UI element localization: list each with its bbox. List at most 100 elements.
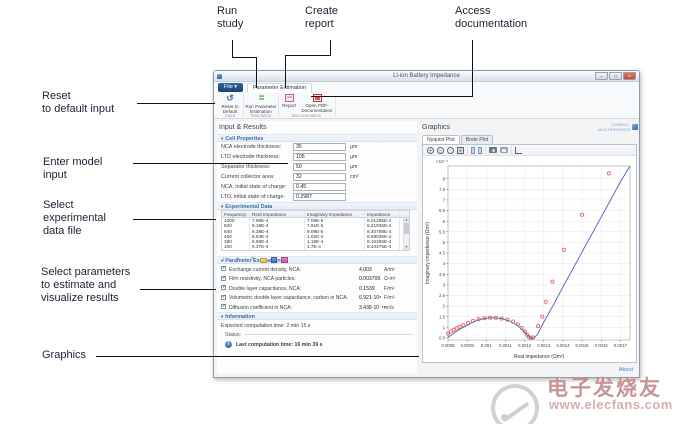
tab-nyquist-plot[interactable]: Nyquist Plot <box>422 135 460 144</box>
form-row: Current collector area: 32 cm² <box>217 172 417 182</box>
plot-settings-icon <box>515 147 522 154</box>
callout-line <box>285 55 331 56</box>
callout-line <box>311 96 473 97</box>
experimental-data-table[interactable]: FrequencyReal ImpedanceImaginary Impedan… <box>221 210 410 251</box>
svg-text:0.0008: 0.0008 <box>441 343 455 348</box>
column-header[interactable]: Imaginary Impedance <box>305 211 365 217</box>
toolbar-separator <box>511 146 512 154</box>
move-up-icon[interactable]: ↑ <box>222 257 225 264</box>
table-scrollbar[interactable]: ▲▼ <box>403 218 409 250</box>
nyquist-plot[interactable]: 0.00080.00090.0010.00110.00120.00130.001… <box>423 156 636 362</box>
add-row-icon[interactable]: + <box>236 257 240 264</box>
section-experimental-data[interactable]: ▾Experimental Data <box>217 202 417 210</box>
callout-select-data: Select experimental data file <box>43 199 106 238</box>
maximize-button[interactable]: □ <box>609 72 622 80</box>
x-axis-data-icon <box>478 147 482 154</box>
parameter-label: Exchange current density, NCA: <box>229 267 301 273</box>
cell-properties-form: NCA electrode thickness:35µm LTO electrod… <box>217 142 417 202</box>
field-label: Current collector area: <box>221 174 274 180</box>
field-input[interactable]: 0.45 <box>293 183 346 191</box>
column-header[interactable]: Frequency <box>222 211 250 217</box>
undo-icon: ↺ <box>217 94 243 103</box>
plot-frame: +−▫⊞ 0.00080.00090.0010.00110.00120.0013… <box>422 144 637 363</box>
callout-graphics: Graphics <box>42 349 86 362</box>
table-row[interactable]: 1009.37E-41.7E-49.43475E-4 <box>222 244 409 249</box>
form-row: NCA, initial state of charge: 0.45 <box>217 182 417 192</box>
form-row: NCA electrode thickness:35µm <box>217 142 417 152</box>
svg-text:4: 4 <box>443 261 446 266</box>
callout-line <box>256 57 257 88</box>
checkbox[interactable]: ✓ <box>221 266 226 271</box>
parameter-row: ✓Volumetric double layer capacitance, ca… <box>217 293 417 303</box>
callout-line <box>133 163 288 164</box>
edit-table-icon[interactable]: ✎ <box>251 257 256 264</box>
input-results-panel: Input & Results ▾Cell Properties NCA ele… <box>217 121 417 373</box>
load-file-icon[interactable] <box>260 258 267 263</box>
open-pdf-documentation-button[interactable]: Open PDF- Documentation <box>300 94 334 114</box>
svg-text:0.0009: 0.0009 <box>461 343 475 348</box>
parameter-value: 4.003 <box>359 267 372 273</box>
section-information[interactable]: ▾Information <box>217 312 417 320</box>
field-input[interactable]: 32 <box>293 173 346 181</box>
parameter-label: Double layer capacitance, NCA: <box>229 286 301 292</box>
parameter-label: Diffusion coefficient in NCA: <box>229 305 292 311</box>
column-header[interactable]: Impedance <box>365 211 400 217</box>
zoom-out-icon: − <box>437 147 444 154</box>
field-label: LTO, initial state of charge: <box>221 194 285 200</box>
svg-text:4.5: 4.5 <box>439 251 446 256</box>
checkbox[interactable]: ✓ <box>221 304 226 309</box>
tab-bode-plot[interactable]: Bode Plot <box>461 135 494 144</box>
reset-view-icon: ⊞ <box>457 147 464 154</box>
file-menu-button[interactable]: File ▾ <box>218 83 243 92</box>
move-down-icon[interactable]: ↓ <box>229 257 232 264</box>
comsol-logo-icon <box>632 124 638 130</box>
table-toolbar: ↑ ↓ +−✎ <box>222 256 288 264</box>
checkbox[interactable]: ✓ <box>221 285 226 290</box>
watermark: 电子发烧友 www.elecfans.com <box>491 366 691 424</box>
parameter-unit: F/m² <box>384 286 394 292</box>
svg-text:2: 2 <box>443 304 446 309</box>
svg-text:0.0011: 0.0011 <box>499 343 512 348</box>
parameter-unit: Ω·m² <box>384 276 395 282</box>
parameter-row: ✓Diffusion coefficient in NCA:3.438·10⁻¹… <box>217 302 417 312</box>
parameter-label: Volumetric double layer capacitance, car… <box>229 295 348 301</box>
field-label: NCA, initial state of charge: <box>221 184 286 190</box>
title-bar[interactable]: Li-ion Battery Impedance – □ × <box>214 71 639 82</box>
report-button[interactable]: Report <box>279 94 299 114</box>
ribbon-separator <box>335 95 336 117</box>
delete-row-icon[interactable]: − <box>244 257 248 264</box>
field-input[interactable]: 0.2987 <box>293 193 346 201</box>
zoom-in-icon: + <box>427 147 434 154</box>
checkbox[interactable]: ✓ <box>221 276 226 281</box>
field-input[interactable]: 105 <box>293 153 346 161</box>
close-button[interactable]: × <box>623 72 636 80</box>
print-icon <box>500 147 508 153</box>
scroll-down-icon[interactable]: ▼ <box>404 245 409 250</box>
callout-line <box>232 57 257 58</box>
graphics-title: Graphics <box>422 124 450 131</box>
ribbon-group-input: Input <box>217 113 243 118</box>
field-unit: µm <box>350 164 357 170</box>
column-header[interactable]: Real Impedance <box>250 211 305 217</box>
svg-text:0.0013: 0.0013 <box>537 343 551 348</box>
field-unit: cm² <box>350 174 359 180</box>
minimize-button[interactable]: – <box>595 72 608 80</box>
run-parameter-estimation-button[interactable]: = Run Parameter Estimation <box>244 94 278 114</box>
svg-text:Real impedance (Ωm²): Real impedance (Ωm²) <box>514 354 565 360</box>
parameter-unit: F/m³ <box>384 295 394 301</box>
svg-text:6.5: 6.5 <box>439 208 446 213</box>
parameter-row: ✓Double layer capacitance, NCA:0.1539F/m… <box>217 283 417 293</box>
table-plot-icon[interactable] <box>281 257 288 263</box>
field-input[interactable]: 35 <box>293 143 346 151</box>
field-label: Separator thickness: <box>221 164 270 170</box>
section-cell-properties[interactable]: ▾Cell Properties <box>217 134 417 142</box>
table-cell: 9.37E-4 <box>250 244 305 249</box>
svg-text:8: 8 <box>443 176 446 181</box>
field-label: LTO electrode thickness: <box>221 154 280 160</box>
callout-create-report: Create report <box>305 5 338 31</box>
field-input[interactable]: 50 <box>293 163 346 171</box>
reset-to-default-button[interactable]: ↺ Reset to Default <box>217 94 243 114</box>
scroll-thumb[interactable] <box>404 223 409 234</box>
save-file-icon[interactable] <box>271 257 277 263</box>
checkbox[interactable]: ✓ <box>221 295 226 300</box>
